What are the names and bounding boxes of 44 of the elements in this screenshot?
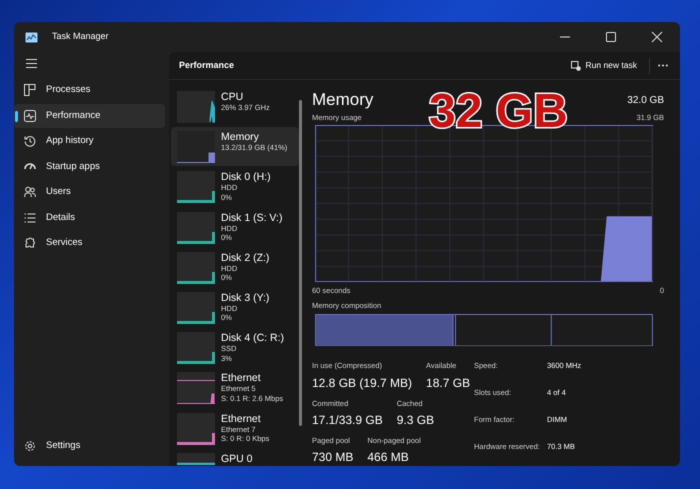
resource-title: Memory: [312, 90, 374, 110]
stat-value: 466 MB: [367, 449, 410, 466]
device-name: Disk 4 (C: R:): [221, 332, 284, 344]
history-icon: [24, 135, 36, 148]
activity-icon: [24, 110, 36, 122]
run-new-task-button[interactable]: Run new task: [566, 56, 641, 76]
device-name: Ethernet: [221, 412, 262, 424]
window-title: Task Manager: [52, 30, 109, 44]
scrollbar[interactable]: [299, 100, 302, 426]
sidebar-item[interactable]: Details: [14, 206, 165, 230]
device-name: Disk 0 (H:): [221, 171, 271, 184]
device-name: Memory: [221, 131, 260, 144]
sidebar-item[interactable]: App history: [14, 129, 165, 154]
device-name: Ethernet: [221, 372, 262, 384]
device-item[interactable]: GPU 0: [171, 448, 299, 466]
settings-icon: [24, 440, 36, 452]
sidebar-item[interactable]: Performance: [14, 104, 165, 128]
device-name: CPU: [221, 91, 244, 103]
device-name: Disk 1 (S: V:): [221, 212, 282, 224]
device-name: Disk 2 (Z:): [221, 252, 270, 264]
settings-item[interactable]: Settings: [14, 434, 169, 458]
puzzle-icon: [24, 237, 36, 250]
stat-value: 730 MB: [312, 449, 354, 466]
menu-icon[interactable]: [26, 59, 37, 68]
total-memory: 32.0 GB: [627, 94, 664, 108]
sidebar-item[interactable]: Services: [14, 231, 165, 256]
stat-value: 12.8 GB (19.7 MB): [312, 374, 412, 392]
selection-indicator: [15, 110, 18, 122]
sidebar-item[interactable]: Processes: [14, 78, 165, 102]
stat-value: 9.3 GB: [396, 412, 434, 429]
stat-value: 18.7 GB: [426, 374, 470, 392]
size-annotation: 32 GB: [429, 88, 568, 136]
more-options-icon[interactable]: [658, 64, 668, 67]
app-icon: [25, 32, 38, 42]
device-name: GPU 0: [221, 452, 253, 465]
sidebar-item[interactable]: Users: [14, 180, 165, 204]
new-task-icon: [570, 60, 580, 70]
stat-value: 17.1/33.9 GB: [312, 412, 383, 429]
sidebar-item[interactable]: Startup apps: [14, 154, 165, 179]
users-icon: [24, 186, 36, 198]
list-icon: [24, 212, 36, 224]
page-title: Performance: [179, 58, 234, 72]
device-name: Disk 3 (Y:): [221, 292, 270, 304]
processes-icon: [24, 84, 36, 96]
